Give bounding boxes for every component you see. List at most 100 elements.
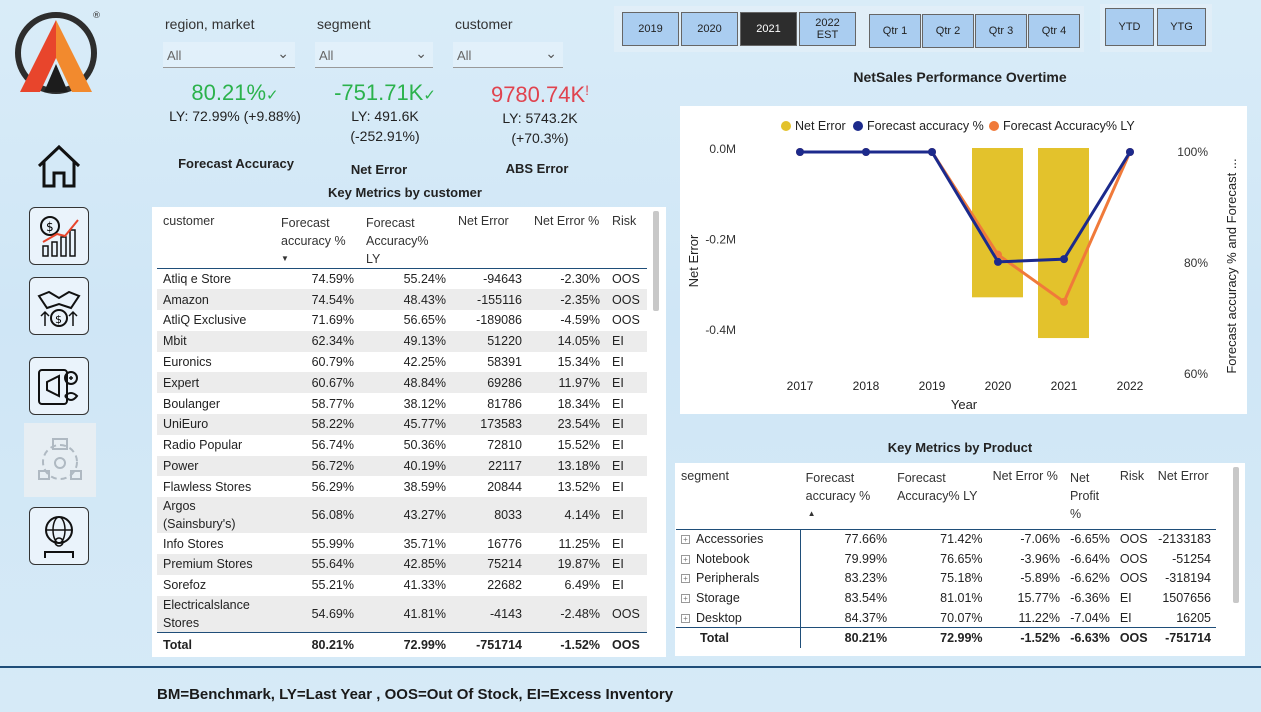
column-header-forecast-accuracy-ly[interactable]: Forecast Accuracy% LY (892, 467, 987, 529)
table-row[interactable]: Atliq e Store 74.59% 55.24% -94643 -2.30% OOS (157, 269, 647, 290)
net-error-cell: 16776 (487, 536, 522, 551)
column-header-customer[interactable]: customer (157, 212, 275, 269)
metric-cell: OOS (1119, 571, 1148, 586)
customer-slicer-label: customer (455, 16, 513, 32)
net-error-pct-cell: 14.05% (528, 330, 606, 352)
net-error-cell: 51220 (452, 330, 528, 352)
marketing-nav-button[interactable] (29, 357, 89, 415)
metric-cell: -6.62% (1070, 571, 1110, 586)
customer-table-scrollbar[interactable] (653, 211, 659, 311)
product-table-scrollbar[interactable] (1233, 467, 1239, 603)
column-header-net-error[interactable]: Net Error (452, 212, 528, 269)
table-row[interactable]: Euronics 60.79% 42.25% 58391 15.34% EI (157, 352, 647, 373)
year-button-2020[interactable]: 2020 (681, 12, 738, 46)
table-row[interactable]: + Notebook 79.99% 76.65% -3.96% -6.64% OOS -512… (676, 548, 1216, 569)
net-error-pct-cell: 11.97% (528, 372, 606, 394)
net-error-pct-cell: 11.25% (558, 536, 600, 551)
table-row[interactable]: + Accessories 77.66% 71.42% -7.06% -6.65% OOS -… (676, 529, 1216, 549)
net-error-title: Net Error (350, 162, 408, 177)
risk-cell: EI (612, 578, 624, 593)
net-error-pct-cell: 18.34% (557, 396, 600, 411)
column-header-risk[interactable]: Risk (1115, 467, 1153, 529)
ytd-button[interactable]: YTD (1105, 8, 1154, 46)
net-error-pct-cell: -2.48% (528, 595, 606, 633)
customer-cell: Expert (157, 372, 275, 394)
forecast-accuracy-ly-cell: 38.59% (403, 479, 446, 494)
column-header-forecast-accuracy[interactable]: Forecast accuracy % ▼ (275, 212, 360, 269)
region-market-dropdown[interactable]: All ⌄ (163, 42, 295, 68)
quarter-button-2[interactable]: Qtr 2 (922, 14, 974, 48)
table-row[interactable]: Flawless Stores 56.29% 38.59% 20844 13.52% EI (157, 476, 647, 497)
column-header-segment[interactable]: segment (676, 467, 801, 529)
x-tick-label: 2017 (787, 379, 814, 393)
global-nav-button[interactable] (29, 507, 89, 565)
quarter-button-1[interactable]: Qtr 1 (869, 14, 921, 48)
quarter-button-4[interactable]: Qtr 4 (1028, 14, 1080, 48)
table-row[interactable]: Electricalslance Stores 54.69% 41.81% -4143… (157, 595, 647, 633)
quarter-button-3[interactable]: Qtr 3 (975, 14, 1027, 48)
table-row[interactable]: + Storage 83.54% 81.01% 15.77% -6.36% EI 150765… (676, 588, 1216, 609)
expand-icon[interactable]: + (681, 594, 690, 604)
table-row[interactable]: Premium Stores 55.64% 42.85% 75214 19.87% EI (157, 554, 647, 575)
net-error-cell: -189086 (476, 313, 522, 328)
table-row[interactable]: Argos (Sainsbury's) 56.08% 43.27% 8033 4.14%… (157, 497, 647, 534)
table-row[interactable]: Radio Popular 56.74% 50.36% 72810 15.52% EI (157, 435, 647, 456)
y-axis-label: Net Error (686, 234, 701, 287)
net-error-pct-cell: 23.54% (528, 414, 606, 435)
column-header-net-error[interactable]: Net Error (1153, 467, 1216, 529)
segment-dropdown[interactable]: All ⌄ (315, 42, 433, 68)
forecast-accuracy-ly-cell: 55.24% (403, 272, 446, 287)
y2-tick-label: 60% (1184, 367, 1208, 381)
column-header-forecast-accuracy[interactable]: Forecast accuracy % ▲ (801, 467, 892, 529)
expand-icon[interactable]: + (681, 574, 690, 584)
total-cell: -751714 (1152, 627, 1216, 648)
table-row[interactable]: Info Stores 55.99% 35.71% 16776 11.25% EI (157, 533, 647, 554)
supply-chain-nav-button[interactable] (24, 423, 96, 497)
y-tick-label: 0.0M (709, 142, 736, 156)
year-button-2022-est[interactable]: 2022 EST (799, 12, 856, 46)
total-row: Total 80.21% 72.99% -1.52% -6.63% OOS -751714 (676, 627, 1216, 648)
net-error-cell: 22117 (452, 455, 528, 477)
table-row[interactable]: Boulanger 58.77% 38.12% 81786 18.34% EI (157, 393, 647, 414)
segment-cell: + Desktop (676, 608, 802, 628)
table-row[interactable]: UniEuro 58.22% 45.77% 173583 23.54% EI (157, 414, 647, 435)
customer-cell: Electricalslance Stores (157, 595, 275, 633)
table-row[interactable]: + Desktop 84.37% 70.07% 11.22% -7.04% EI 16205 (676, 608, 1216, 628)
total-cell: -751714 (452, 631, 528, 659)
table-row[interactable]: + Peripherals 83.23% 75.18% -5.89% -6.62% OOS -… (676, 568, 1216, 589)
expand-icon[interactable]: + (681, 535, 690, 545)
table-row[interactable]: Expert 60.67% 48.84% 69286 11.97% EI (157, 372, 647, 394)
table-row[interactable]: Sorefoz 55.21% 41.33% 22682 6.49% EI (157, 575, 647, 596)
expand-icon[interactable]: + (681, 613, 690, 623)
table-row[interactable]: Mbit 62.34% 49.13% 51220 14.05% EI (157, 330, 647, 352)
forecast-accuracy-ly-cell: 56.65% (403, 313, 446, 328)
year-button-2019[interactable]: 2019 (622, 12, 679, 46)
customer-dropdown[interactable]: All ⌄ (453, 42, 563, 68)
forecast-accuracy-ly-cell: 38.12% (403, 396, 446, 411)
net-error-cell: 72810 (487, 438, 522, 453)
year-button-2021[interactable]: 2021 (740, 12, 797, 46)
column-header-forecast-accuracy-ly[interactable]: Forecast Accuracy% LY (360, 212, 452, 269)
legend-label-1: Net Error (795, 119, 846, 133)
metric-cell: 79.99% (844, 551, 888, 566)
column-header-net-error-pct[interactable]: Net Error % (988, 467, 1065, 529)
table-row[interactable]: Amazon 74.54% 48.43% -155116 -2.35% OOS (157, 289, 647, 311)
customer-cell: Mbit (157, 330, 275, 352)
table-row[interactable]: Power 56.72% 40.19% 22117 13.18% EI (157, 455, 647, 477)
legend-marker-3 (989, 121, 999, 131)
ytg-button[interactable]: YTG (1157, 8, 1206, 46)
home-nav-button[interactable] (30, 138, 88, 194)
x-tick-label: 2020 (985, 379, 1012, 393)
finance-nav-button[interactable]: $ (29, 207, 89, 265)
column-header-net-profit-pct[interactable]: Net Profit % (1065, 467, 1115, 529)
risk-cell: EI (612, 396, 624, 411)
forecast-accuracy-ly-cell: 40.19% (360, 455, 452, 477)
y2-tick-label: 80% (1184, 256, 1208, 270)
sales-nav-button[interactable]: $ (29, 277, 89, 335)
column-header-risk[interactable]: Risk (606, 212, 647, 269)
customer-cell: Atliq e Store (163, 272, 232, 287)
column-header-net-error-pct[interactable]: Net Error % (528, 212, 606, 269)
y2-tick-label: 100% (1177, 145, 1208, 159)
expand-icon[interactable]: + (681, 554, 690, 564)
table-row[interactable]: AtliQ Exclusive 71.69% 56.65% -189086 -4.59%… (157, 310, 647, 331)
